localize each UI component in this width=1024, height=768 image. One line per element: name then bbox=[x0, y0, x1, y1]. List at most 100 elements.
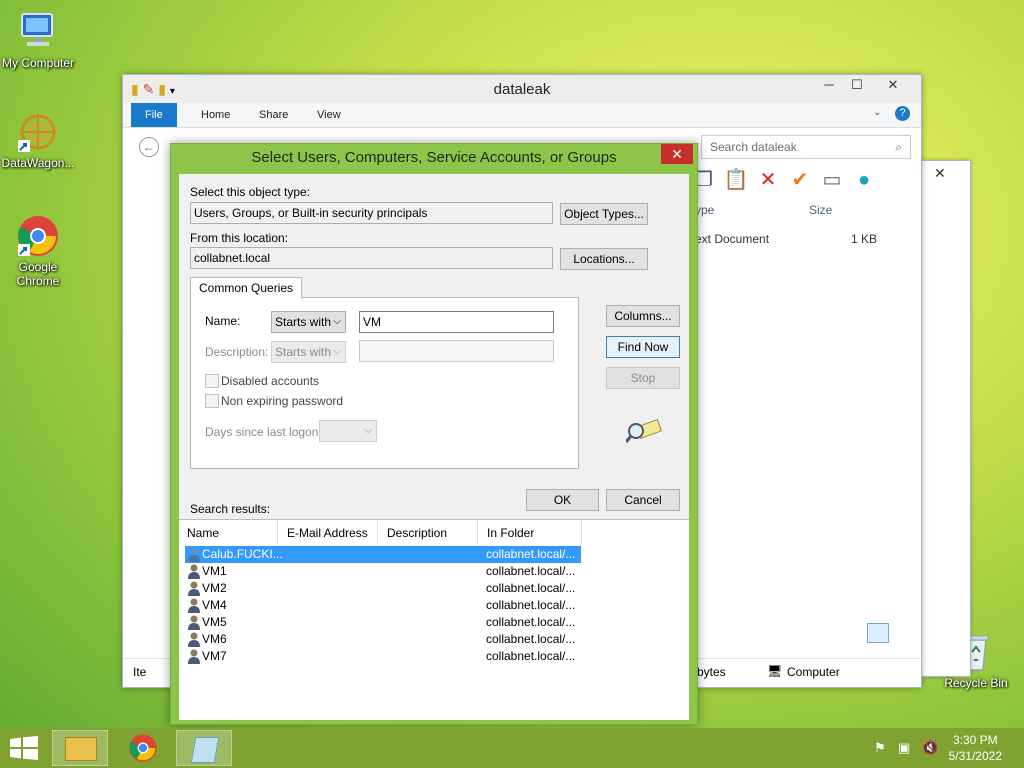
stop-button[interactable]: Stop bbox=[606, 367, 680, 389]
chrome-icon bbox=[16, 214, 60, 258]
desktop-icon-label: My Computer bbox=[1, 56, 75, 70]
maximize-button[interactable]: ☐ bbox=[843, 75, 871, 95]
find-now-button[interactable]: Find Now bbox=[606, 336, 680, 358]
desktop-icon-google-chrome[interactable]: Google Chrome bbox=[0, 214, 80, 288]
columns-button[interactable]: Columns... bbox=[606, 305, 680, 327]
description-label: Description: bbox=[205, 345, 269, 359]
search-results-label: Search results: bbox=[190, 502, 271, 516]
cancel-button[interactable]: Cancel bbox=[606, 489, 680, 511]
dialog-title: Select Users, Computers, Service Account… bbox=[251, 149, 617, 166]
file-size-cell[interactable]: 1 KB bbox=[851, 232, 877, 246]
file-type-cell[interactable]: ext Document bbox=[695, 232, 769, 246]
tab-home[interactable]: Home bbox=[187, 103, 244, 127]
results-column-in-folder[interactable]: In Folder bbox=[487, 526, 534, 540]
results-column-email[interactable]: E-Mail Address bbox=[287, 526, 368, 540]
tab-file[interactable]: File bbox=[131, 103, 177, 127]
chevron-down-icon: ⌵ bbox=[333, 316, 341, 327]
back-arrow-icon[interactable]: ← bbox=[139, 137, 159, 157]
column-divider[interactable] bbox=[477, 520, 478, 544]
taskbar-clock[interactable]: 3:30 PM 5/31/2022 bbox=[949, 732, 1002, 764]
details-view-icon[interactable] bbox=[867, 623, 889, 643]
tab-share[interactable]: Share bbox=[245, 103, 302, 127]
object-type-field: Users, Groups, or Built-in security prin… bbox=[190, 202, 553, 224]
user-icon bbox=[187, 632, 201, 647]
description-mode-select[interactable]: Starts with ⌵ bbox=[271, 341, 346, 363]
taskbar-active-dialog[interactable] bbox=[176, 730, 232, 766]
result-row-calub[interactable]: Calub.FUCKI... collabnet.local/... bbox=[185, 546, 581, 563]
explorer-title-bar[interactable]: ▮ ✎ ▮ ▾ dataleak ─ ☐ ✕ bbox=[123, 75, 921, 103]
status-item-count: Ite bbox=[133, 665, 147, 679]
user-icon bbox=[187, 615, 201, 630]
minimize-button[interactable]: ─ bbox=[815, 75, 843, 95]
close-button[interactable]: ✕ bbox=[871, 75, 915, 95]
desktop-icon-label: Google Chrome bbox=[16, 260, 60, 288]
locations-button[interactable]: Locations... bbox=[560, 248, 648, 270]
taskbar-chrome[interactable] bbox=[116, 730, 172, 766]
non-expiring-password-checkbox[interactable] bbox=[205, 394, 219, 408]
user-icon bbox=[187, 581, 201, 596]
result-row-vm7[interactable]: VM7 collabnet.local/... bbox=[185, 648, 581, 665]
clock-date: 5/31/2022 bbox=[948, 749, 1002, 763]
desktop-icon-label: DataWagon... bbox=[1, 156, 75, 170]
name-input[interactable]: VM bbox=[359, 311, 554, 333]
large-icons-view-icon[interactable] bbox=[891, 623, 909, 641]
explorer-toolbar: ❐ 📋 ✕ ✔ ▭ ● bbox=[691, 167, 883, 197]
result-row-vm1[interactable]: VM1 collabnet.local/... bbox=[185, 563, 581, 580]
search-input[interactable]: Search dataleak ⌕ bbox=[701, 135, 911, 159]
column-divider[interactable] bbox=[377, 520, 378, 544]
user-icon bbox=[187, 598, 201, 613]
object-types-button[interactable]: Object Types... bbox=[560, 203, 648, 225]
delete-icon[interactable]: ✕ bbox=[755, 167, 781, 193]
desktop-icon-my-computer[interactable]: My Computer bbox=[0, 10, 80, 70]
result-row-vm6[interactable]: VM6 collabnet.local/... bbox=[185, 631, 581, 648]
ribbon-tabs: File Home Share View ⌄ ? bbox=[123, 103, 921, 128]
non-expiring-password-label: Non expiring password bbox=[221, 394, 344, 408]
result-row-vm4[interactable]: VM4 collabnet.local/... bbox=[185, 597, 581, 614]
user-icon bbox=[187, 649, 201, 664]
globe-icon[interactable]: ● bbox=[851, 167, 877, 193]
search-magnifier-icon bbox=[624, 415, 663, 446]
help-icon[interactable]: ? bbox=[895, 106, 910, 121]
result-row-vm2[interactable]: VM2 collabnet.local/... bbox=[185, 580, 581, 597]
tab-common-queries[interactable]: Common Queries bbox=[190, 277, 303, 299]
rename-icon[interactable]: ▭ bbox=[819, 167, 845, 193]
days-since-logon-label: Days since last logon: bbox=[205, 425, 322, 439]
computer-small-icon: 🖥 bbox=[767, 664, 783, 678]
explorer-window-background[interactable]: ✕ bbox=[915, 160, 971, 677]
clock-time: 3:30 PM bbox=[952, 733, 998, 747]
volume-muted-icon[interactable]: 🔇 bbox=[922, 740, 938, 756]
datawagon-logo-icon bbox=[16, 110, 60, 154]
ok-button[interactable]: OK bbox=[526, 489, 599, 511]
folder-icon bbox=[65, 737, 97, 761]
tab-view[interactable]: View bbox=[303, 103, 355, 127]
search-results-list[interactable]: Name E-Mail Address Description In Folde… bbox=[179, 519, 689, 720]
close-icon[interactable]: ✕ bbox=[934, 165, 946, 182]
column-header-size[interactable]: Size bbox=[809, 203, 832, 217]
chevron-down-icon: ⌵ bbox=[364, 425, 372, 436]
select-users-dialog[interactable]: Select Users, Computers, Service Account… bbox=[170, 143, 698, 725]
chevron-down-icon[interactable]: ⌄ bbox=[873, 107, 881, 118]
description-input[interactable] bbox=[359, 340, 554, 362]
network-icon[interactable]: ▣ bbox=[898, 740, 910, 756]
location-field: collabnet.local bbox=[190, 247, 553, 269]
location-label: From this location: bbox=[190, 231, 289, 245]
results-column-name[interactable]: Name bbox=[187, 526, 219, 540]
column-divider[interactable] bbox=[581, 520, 582, 544]
result-row-vm5[interactable]: VM5 collabnet.local/... bbox=[185, 614, 581, 631]
name-mode-select[interactable]: Starts with ⌵ bbox=[271, 311, 346, 333]
column-divider[interactable] bbox=[277, 520, 278, 544]
days-since-logon-select[interactable]: ⌵ bbox=[319, 420, 377, 442]
action-center-flag-icon[interactable]: ⚑ bbox=[874, 740, 886, 756]
computer-icon bbox=[16, 10, 60, 54]
notepad-icon bbox=[190, 737, 220, 763]
windows-start-icon[interactable] bbox=[10, 736, 38, 763]
chrome-icon bbox=[128, 733, 158, 766]
taskbar-file-explorer[interactable] bbox=[52, 730, 108, 766]
user-icon bbox=[187, 547, 201, 562]
check-icon[interactable]: ✔ bbox=[787, 167, 813, 193]
results-column-description[interactable]: Description bbox=[387, 526, 447, 540]
disabled-accounts-checkbox[interactable] bbox=[205, 374, 219, 388]
dialog-close-button[interactable]: ✕ bbox=[661, 144, 693, 164]
desktop-icon-datawagon[interactable]: DataWagon... bbox=[0, 110, 80, 170]
paste-icon[interactable]: 📋 bbox=[723, 167, 749, 193]
